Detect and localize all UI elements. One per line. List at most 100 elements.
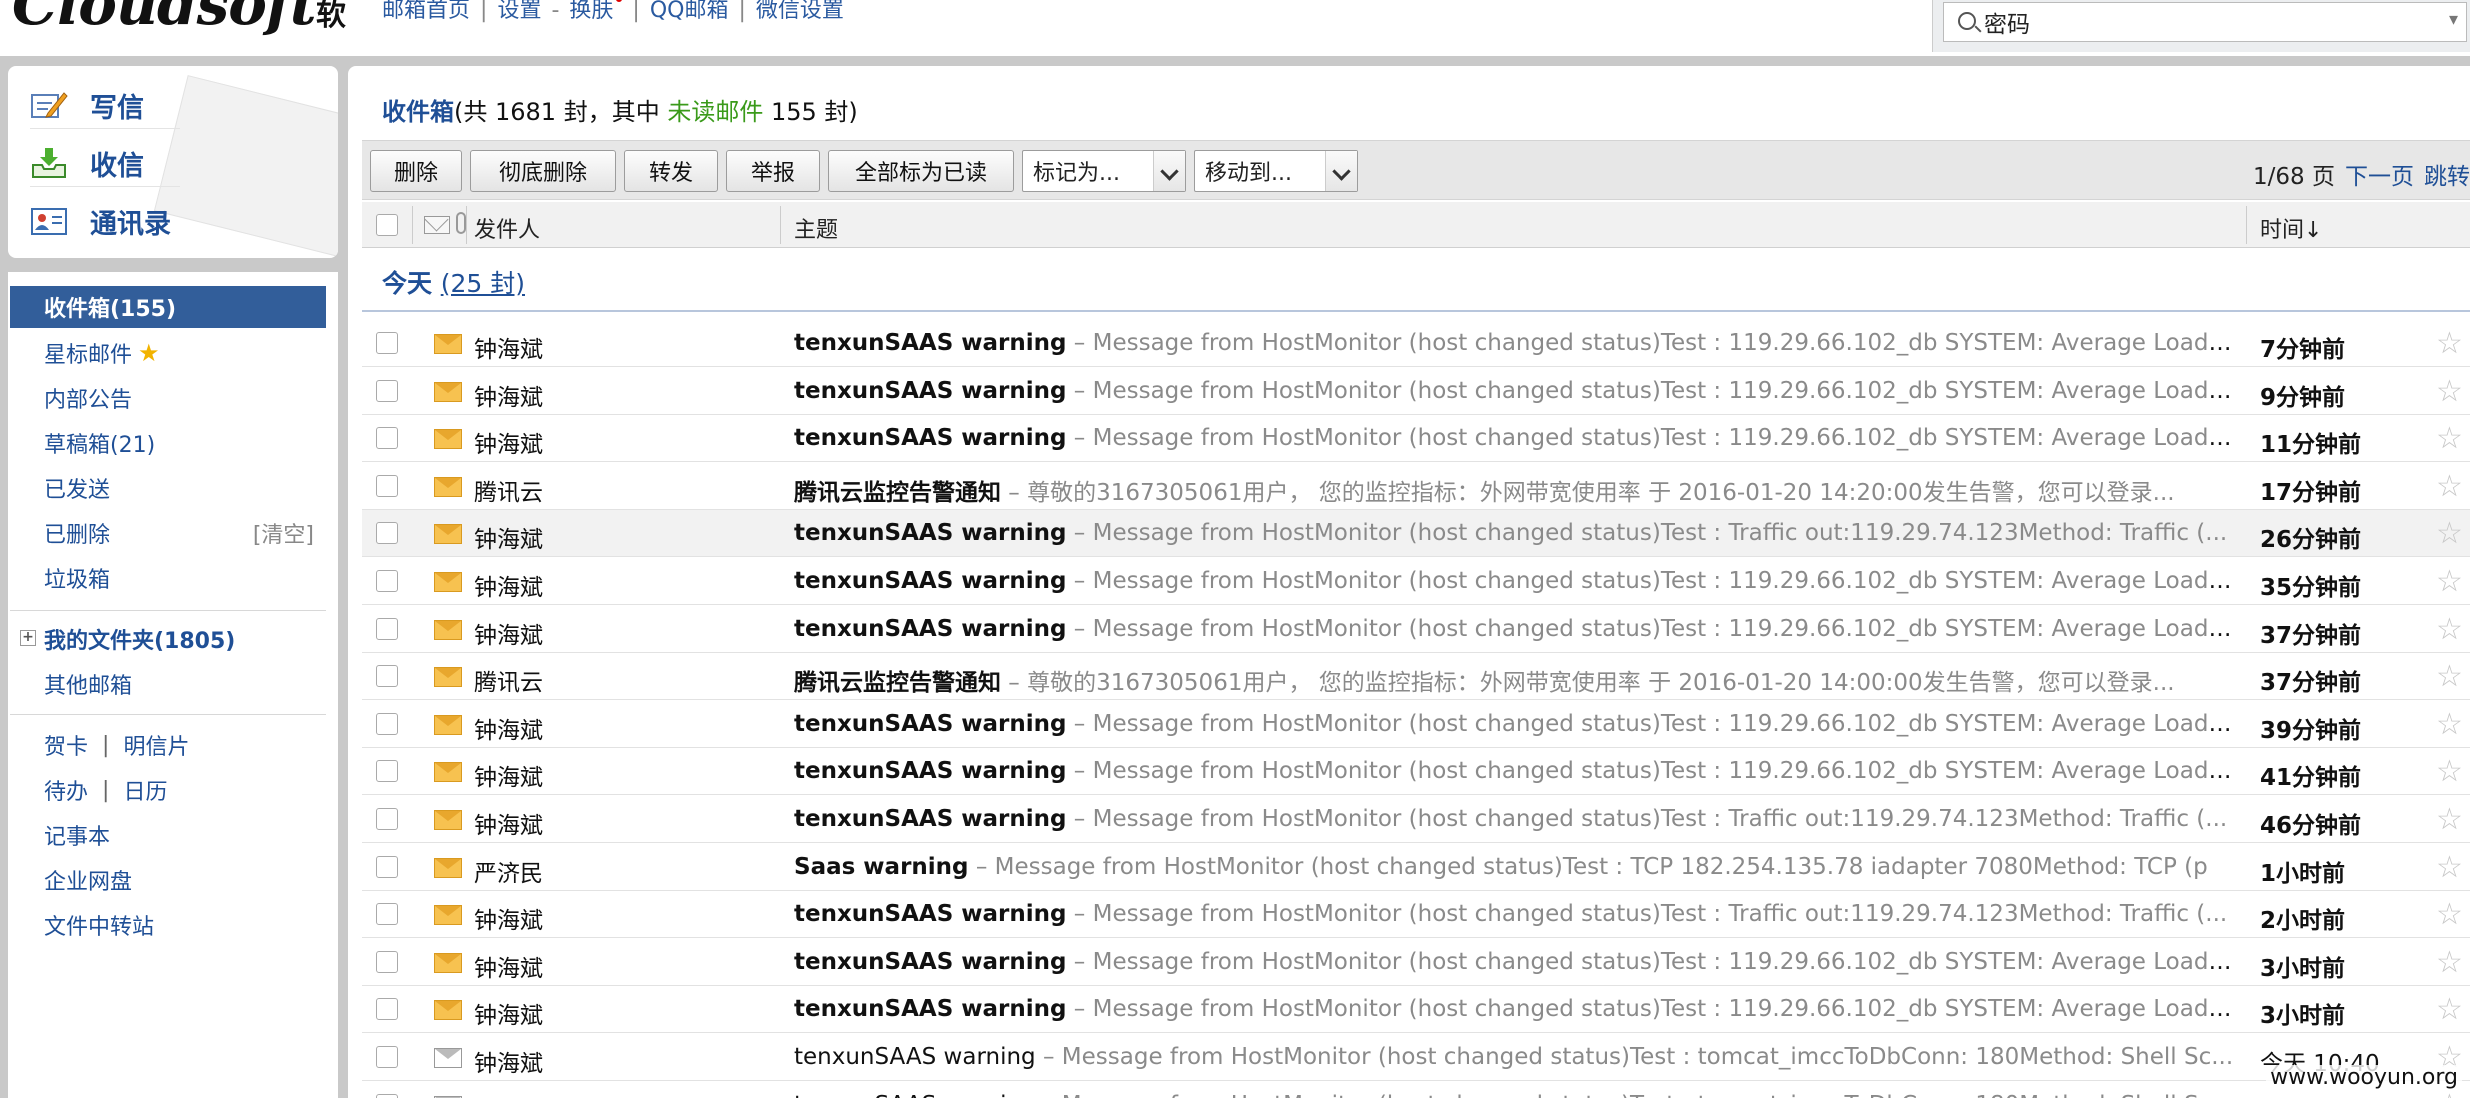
receive-button[interactable]: 收信 [30, 140, 144, 186]
star-icon[interactable]: ☆ [2436, 754, 2463, 789]
star-icon[interactable]: ☆ [2436, 850, 2463, 885]
row-subject[interactable]: tenxunSAAS warning – Message from HostMo… [794, 1044, 2234, 1070]
link-mail-home[interactable]: 邮箱首页 [382, 0, 470, 23]
row-checkbox[interactable] [376, 665, 398, 688]
folder-drafts[interactable]: 草稿箱(21) [10, 422, 326, 464]
star-icon[interactable]: ☆ [2436, 802, 2463, 837]
table-row[interactable]: 钟海斌 tenxunSAAS warning – Message from Hos… [362, 1081, 2470, 1098]
group-count-link[interactable]: (25 封) [441, 269, 525, 298]
folder-spam[interactable]: 垃圾箱 [10, 557, 326, 599]
table-row[interactable]: 腾讯云 腾讯云监控告警通知 – 尊敬的3167305061用户， 您的监控指标：外… [362, 653, 2470, 701]
compose-button[interactable]: 写信 [30, 82, 144, 128]
row-sender[interactable]: 钟海斌 [474, 1092, 543, 1098]
row-checkbox[interactable] [376, 712, 398, 735]
star-icon[interactable]: ☆ [2436, 516, 2463, 551]
select-all-checkbox[interactable] [376, 214, 398, 236]
link-skin[interactable]: 换肤 [569, 0, 613, 23]
row-checkbox[interactable] [376, 522, 398, 545]
row-checkbox[interactable] [376, 1046, 398, 1068]
chevron-down-icon[interactable]: ▾ [2449, 9, 2458, 30]
todo-link[interactable]: 待办 [44, 774, 88, 806]
row-checkbox[interactable] [376, 474, 398, 497]
next-page-link[interactable]: 下一页 [2345, 164, 2414, 190]
row-checkbox[interactable] [376, 427, 398, 450]
row-subject[interactable]: tenxunSAAS warning – Message from HostMo… [794, 758, 2234, 784]
table-row[interactable]: 钟海斌 tenxunSAAS warning – Message from Hos… [362, 1034, 2470, 1081]
table-row[interactable]: 钟海斌 tenxunSAAS warning – Message from Hos… [362, 605, 2470, 653]
star-icon[interactable]: ☆ [2436, 659, 2463, 694]
star-icon[interactable]: ☆ [2436, 707, 2463, 742]
row-subject[interactable]: tenxunSAAS warning – Message from HostMo… [794, 996, 2234, 1022]
star-icon[interactable]: ☆ [2436, 421, 2463, 456]
table-row[interactable]: 腾讯云 腾讯云监控告警通知 – 尊敬的3167305061用户， 您的监控指标：外… [362, 462, 2470, 510]
folder-inbox[interactable]: 收件箱(155) [10, 286, 326, 328]
folder-announcements[interactable]: 内部公告 [10, 377, 326, 419]
link-wechat-settings[interactable]: 微信设置 [756, 0, 844, 23]
folder-starred[interactable]: 星标邮件 ★ [10, 332, 326, 374]
table-row[interactable]: 钟海斌 tenxunSAAS warning – Message from Hos… [362, 748, 2470, 796]
report-button[interactable]: 举报 [726, 150, 820, 192]
jump-page-link[interactable]: 跳转 [2424, 164, 2470, 190]
folder-my-folders[interactable]: + 我的文件夹(1805) [10, 618, 326, 660]
star-icon[interactable]: ☆ [2436, 992, 2463, 1027]
row-sender[interactable]: 钟海斌 [474, 949, 543, 983]
row-sender[interactable]: 钟海斌 [474, 616, 543, 650]
empty-trash-link[interactable]: [清空] [253, 517, 314, 549]
table-row[interactable]: 钟海斌 tenxunSAAS warning – Message from Hos… [362, 796, 2470, 843]
row-subject[interactable]: 腾讯云监控告警通知 – 尊敬的3167305061用户， 您的监控指标：外网带宽… [794, 663, 2234, 697]
row-subject[interactable]: tenxunSAAS warning – Message from HostMo… [794, 901, 2234, 927]
row-sender[interactable]: 钟海斌 [474, 711, 543, 745]
file-transfer-link[interactable]: 文件中转站 [10, 904, 326, 946]
row-sender[interactable]: 钟海斌 [474, 568, 543, 602]
table-row[interactable]: 钟海斌 tenxunSAAS warning – Message from Hos… [362, 367, 2470, 415]
row-subject[interactable]: Saas warning – Message from HostMonitor … [794, 854, 2234, 880]
folder-deleted[interactable]: 已删除 [清空] [10, 512, 326, 554]
unread-mail-link[interactable]: 未读邮件 [667, 98, 763, 126]
column-sender[interactable]: 发件人 [474, 212, 540, 244]
row-checkbox[interactable] [376, 855, 398, 878]
star-icon[interactable]: ☆ [2436, 326, 2463, 361]
netdisk-link[interactable]: 企业网盘 [10, 859, 326, 901]
row-checkbox[interactable] [376, 570, 398, 592]
expand-icon[interactable]: + [20, 630, 36, 646]
table-row[interactable]: 钟海斌 tenxunSAAS warning – Message from Hos… [362, 415, 2470, 463]
table-row[interactable]: 严济民 Saas warning – Message from HostMonit… [362, 843, 2470, 891]
row-sender[interactable]: 腾讯云 [474, 473, 543, 507]
row-checkbox[interactable] [376, 760, 398, 783]
link-qq-mail[interactable]: QQ邮箱 [650, 0, 729, 23]
star-icon[interactable]: ☆ [2436, 612, 2463, 647]
row-subject[interactable]: tenxunSAAS warning – Message from HostMo… [794, 330, 2234, 356]
row-subject[interactable]: tenxunSAAS warning – Message from HostMo… [794, 520, 2234, 546]
delete-permanently-button[interactable]: 彻底删除 [470, 150, 616, 192]
table-row[interactable]: 钟海斌 tenxunSAAS warning – Message from Hos… [362, 938, 2470, 986]
row-checkbox[interactable] [376, 1093, 398, 1098]
table-row[interactable]: 钟海斌 tenxunSAAS warning – Message from Hos… [362, 700, 2470, 748]
row-checkbox[interactable] [376, 332, 398, 354]
row-subject[interactable]: tenxunSAAS warning – Message from HostMo… [794, 711, 2234, 737]
row-sender[interactable]: 钟海斌 [474, 901, 543, 935]
delete-button[interactable]: 删除 [370, 150, 462, 192]
mark-as-select[interactable]: 标记为... [1022, 150, 1186, 192]
search-box[interactable]: ▾ [1943, 2, 2467, 42]
table-row[interactable]: 钟海斌 tenxunSAAS warning – Message from Hos… [362, 986, 2470, 1034]
row-sender[interactable]: 钟海斌 [474, 758, 543, 792]
row-sender[interactable]: 钟海斌 [474, 378, 543, 412]
row-subject[interactable]: tenxunSAAS warning – Message from HostMo… [794, 949, 2234, 975]
row-subject[interactable]: 腾讯云监控告警通知 – 尊敬的3167305061用户， 您的监控指标：外网带宽… [794, 473, 2234, 507]
row-subject[interactable]: tenxunSAAS warning – Message from HostMo… [794, 1092, 2234, 1098]
row-subject[interactable]: tenxunSAAS warning – Message from HostMo… [794, 568, 2234, 594]
row-sender[interactable]: 腾讯云 [474, 663, 543, 697]
table-row[interactable]: 钟海斌 tenxunSAAS warning – Message from Hos… [362, 891, 2470, 939]
star-icon[interactable]: ☆ [2436, 564, 2463, 599]
column-time[interactable]: 时间↓ [2260, 212, 2322, 244]
folder-sent[interactable]: 已发送 [10, 467, 326, 509]
row-sender[interactable]: 钟海斌 [474, 806, 543, 840]
forward-button[interactable]: 转发 [624, 150, 718, 192]
row-sender[interactable]: 钟海斌 [474, 520, 543, 554]
greeting-card-link[interactable]: 贺卡 [44, 729, 88, 761]
postcard-link[interactable]: 明信片 [123, 729, 189, 761]
star-icon[interactable]: ☆ [2436, 945, 2463, 980]
table-row[interactable]: 钟海斌 tenxunSAAS warning – Message from Hos… [362, 510, 2470, 558]
row-subject[interactable]: tenxunSAAS warning – Message from HostMo… [794, 616, 2234, 642]
column-subject[interactable]: 主题 [794, 212, 838, 244]
